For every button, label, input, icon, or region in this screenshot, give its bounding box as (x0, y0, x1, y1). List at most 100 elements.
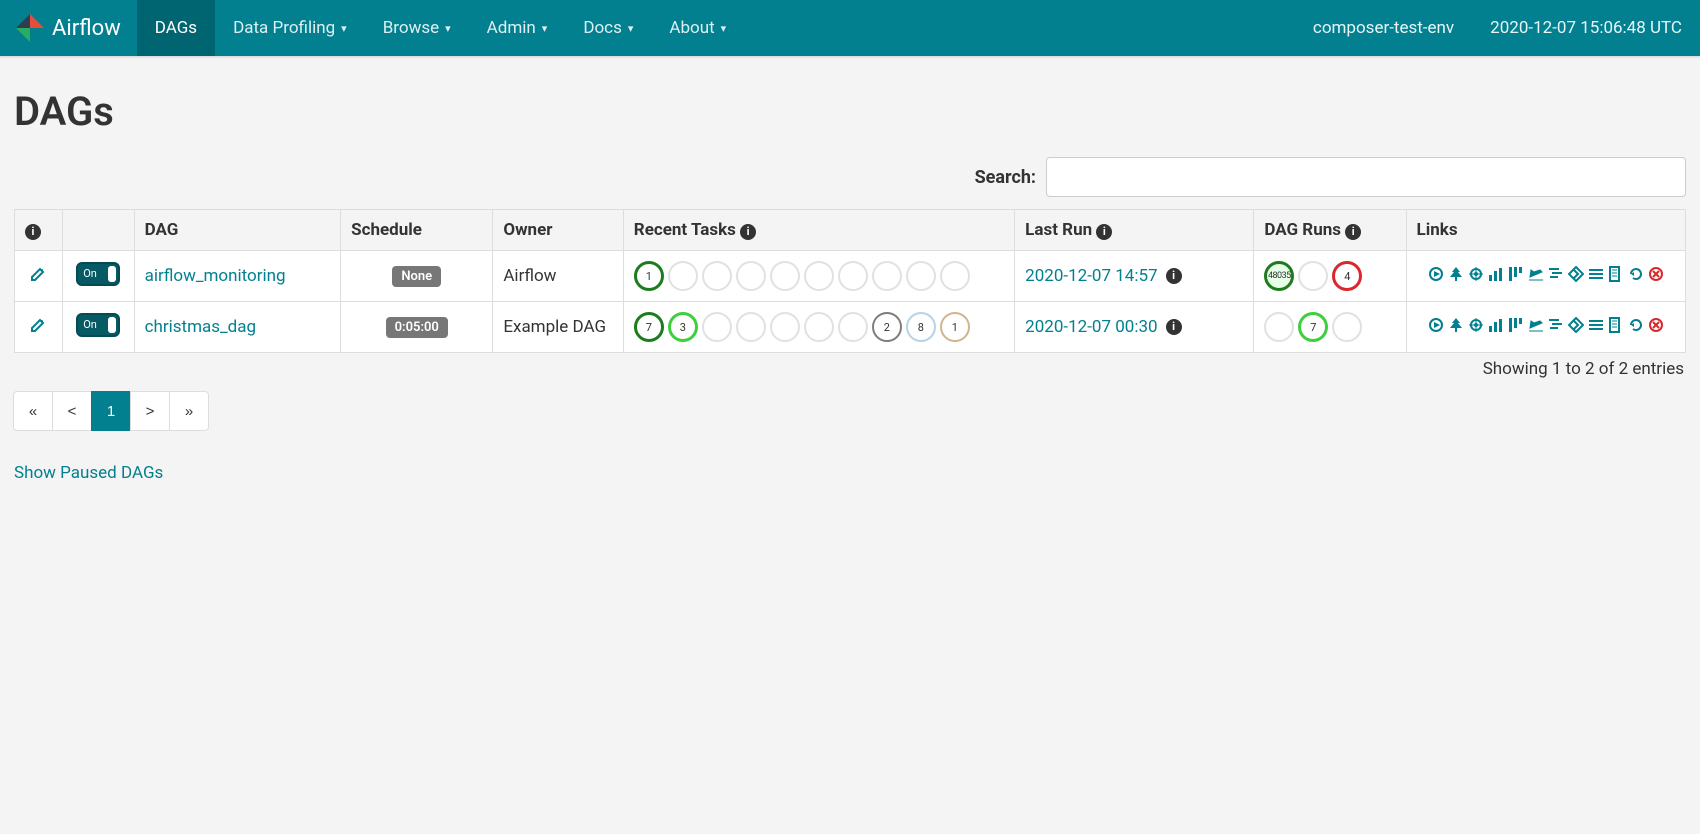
navbar: Airflow DAGs Data Profiling▾Browse▾Admin▾… (0, 0, 1700, 56)
page-next[interactable]: > (130, 391, 170, 431)
gantt-icon[interactable] (1548, 266, 1564, 287)
page-prev[interactable]: < (52, 391, 92, 431)
page-current[interactable]: 1 (91, 391, 131, 431)
landing-icon[interactable] (1528, 266, 1544, 287)
dag-runs: 48035 4 (1264, 261, 1395, 291)
refresh-icon[interactable] (1628, 317, 1644, 338)
info-icon[interactable]: i (740, 224, 756, 240)
gantt-icon[interactable] (1548, 317, 1564, 338)
schedule-badge[interactable]: 0:05:00 (386, 317, 448, 338)
nav-label: Browse (383, 18, 439, 38)
nav-item-browse[interactable]: Browse▾ (365, 0, 469, 56)
nav-label: About (669, 18, 714, 38)
code-icon[interactable] (1588, 266, 1604, 287)
th-schedule[interactable]: Schedule (341, 210, 493, 251)
edit-icon[interactable] (30, 318, 46, 338)
th-info: i (15, 210, 63, 251)
graph-icon[interactable] (1468, 317, 1484, 338)
task-circle[interactable]: 7 (634, 312, 664, 342)
th-dag[interactable]: DAG (134, 210, 341, 251)
task-circle (702, 261, 732, 291)
tries-icon[interactable] (1508, 266, 1524, 287)
search-input[interactable] (1046, 157, 1686, 197)
logs-icon[interactable] (1608, 266, 1624, 287)
info-icon[interactable]: i (1166, 319, 1182, 335)
th-recent-tasks[interactable]: Recent Tasks i (623, 210, 1014, 251)
graph-icon[interactable] (1468, 266, 1484, 287)
delete-icon[interactable] (1648, 266, 1664, 287)
th-links: Links (1406, 210, 1685, 251)
recent-tasks: 73 281 (634, 312, 1004, 342)
task-circle (668, 261, 698, 291)
show-paused-link[interactable]: Show Paused DAGs (14, 463, 163, 483)
nav-item-about[interactable]: About▾ (651, 0, 744, 56)
nav-items: DAGsData Profiling▾Browse▾Admin▾Docs▾Abo… (137, 0, 744, 56)
tree-icon[interactable] (1448, 266, 1464, 287)
task-circle (770, 261, 800, 291)
th-toggle (62, 210, 134, 251)
nav-label: DAGs (155, 18, 197, 38)
nav-label: Data Profiling (233, 18, 335, 38)
info-icon: i (25, 224, 41, 240)
clock-label: 2020-12-07 15:06:48 UTC (1472, 0, 1700, 56)
dag-toggle[interactable] (76, 313, 120, 337)
trigger-icon[interactable] (1428, 266, 1444, 287)
brand[interactable]: Airflow (0, 0, 137, 56)
delete-icon[interactable] (1648, 317, 1664, 338)
dag-link[interactable]: christmas_dag (145, 317, 256, 337)
entries-info: Showing 1 to 2 of 2 entries (14, 353, 1686, 391)
run-circle (1298, 261, 1328, 291)
nav-item-docs[interactable]: Docs▾ (565, 0, 651, 56)
task-circle (804, 261, 834, 291)
run-circle[interactable]: 7 (1298, 312, 1328, 342)
link-icons (1417, 266, 1675, 287)
table-row: airflow_monitoringNoneAirflow12020-12-07… (15, 251, 1686, 302)
duration-icon[interactable] (1488, 266, 1504, 287)
info-icon[interactable]: i (1166, 268, 1182, 284)
trigger-icon[interactable] (1428, 317, 1444, 338)
search-label: Search: (975, 167, 1036, 188)
info-icon[interactable]: i (1096, 224, 1112, 240)
refresh-icon[interactable] (1628, 266, 1644, 287)
details-icon[interactable] (1568, 317, 1584, 338)
info-icon[interactable]: i (1345, 224, 1361, 240)
run-circle[interactable]: 48035 (1264, 261, 1294, 291)
landing-icon[interactable] (1528, 317, 1544, 338)
th-last-run[interactable]: Last Run i (1015, 210, 1254, 251)
task-circle[interactable]: 1 (940, 312, 970, 342)
edit-icon[interactable] (30, 267, 46, 287)
run-circle (1264, 312, 1294, 342)
pagination: « < 1 > » (14, 391, 1686, 431)
duration-icon[interactable] (1488, 317, 1504, 338)
tree-icon[interactable] (1448, 317, 1464, 338)
code-icon[interactable] (1588, 317, 1604, 338)
brand-label: Airflow (52, 16, 121, 41)
tries-icon[interactable] (1508, 317, 1524, 338)
dag-toggle[interactable] (76, 262, 120, 286)
task-circle[interactable]: 8 (906, 312, 936, 342)
last-run-link[interactable]: 2020-12-07 00:30 (1025, 317, 1157, 337)
nav-label: Admin (487, 18, 536, 38)
logs-icon[interactable] (1608, 317, 1624, 338)
task-circle (838, 312, 868, 342)
page-first[interactable]: « (13, 391, 53, 431)
task-circle (872, 261, 902, 291)
task-circle (736, 312, 766, 342)
task-circle[interactable]: 3 (668, 312, 698, 342)
airflow-logo-icon (16, 14, 44, 42)
task-circle[interactable]: 1 (634, 261, 664, 291)
page-last[interactable]: » (169, 391, 209, 431)
th-owner[interactable]: Owner (493, 210, 623, 251)
run-circle[interactable]: 4 (1332, 261, 1362, 291)
dag-link[interactable]: airflow_monitoring (145, 266, 286, 286)
nav-item-data-profiling[interactable]: Data Profiling▾ (215, 0, 365, 56)
task-circle[interactable]: 2 (872, 312, 902, 342)
run-circle (1332, 312, 1362, 342)
th-dag-runs[interactable]: DAG Runs i (1254, 210, 1406, 251)
schedule-badge[interactable]: None (392, 266, 441, 287)
details-icon[interactable] (1568, 266, 1584, 287)
nav-item-admin[interactable]: Admin▾ (469, 0, 566, 56)
nav-item-dags[interactable]: DAGs (137, 0, 215, 56)
dags-table: i DAG Schedule Owner Recent Tasks i Last… (14, 209, 1686, 353)
last-run-link[interactable]: 2020-12-07 14:57 (1025, 266, 1157, 286)
